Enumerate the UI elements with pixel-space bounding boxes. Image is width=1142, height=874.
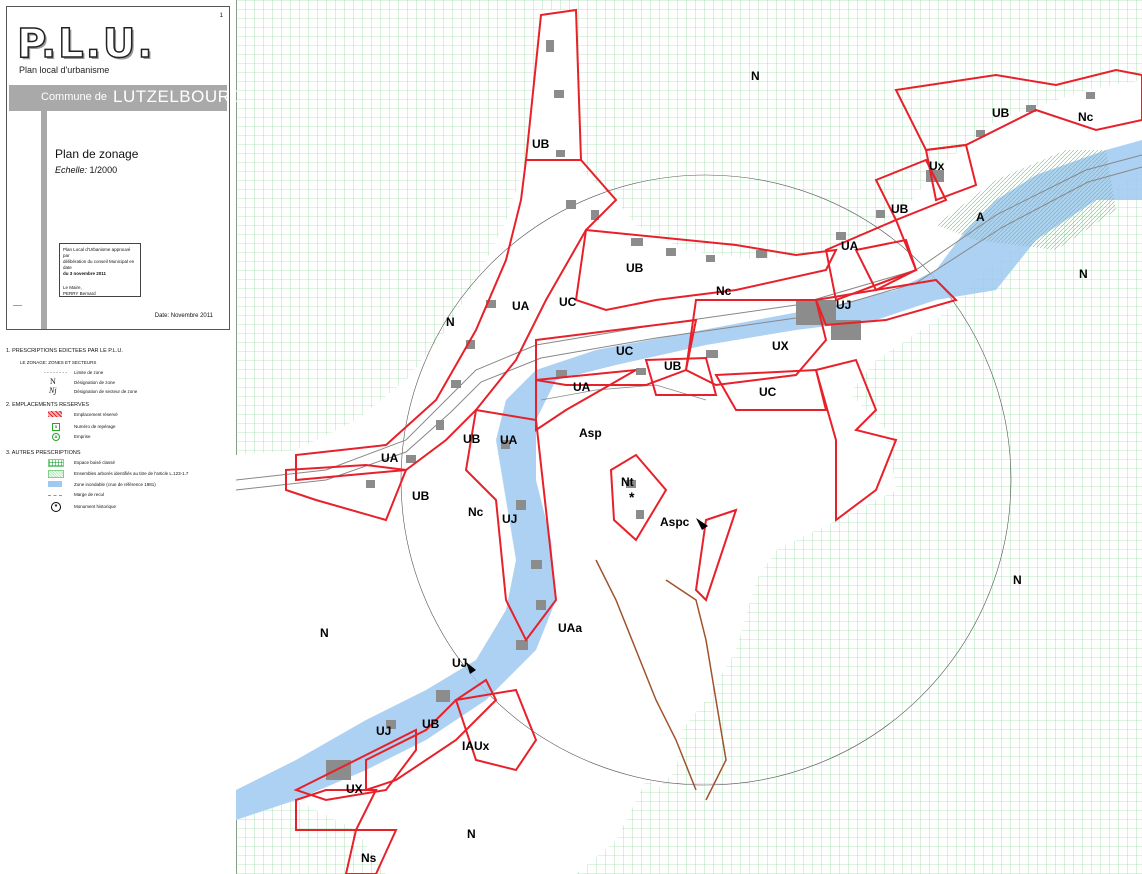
plan-date: Date: Novembre 2011: [154, 313, 213, 319]
zone-label: Ux: [929, 159, 945, 173]
zone-label: UB: [626, 261, 644, 275]
legend-item: Zone inondable (crue de référence 1981): [74, 482, 156, 487]
zone-label: UX: [346, 782, 363, 796]
zone-label: Nc: [716, 284, 732, 298]
legend-section-1: 1. PRESCRIPTIONS EDICTEES PAR LE P.L.U.: [6, 348, 123, 354]
legend-item: Limite de zone: [74, 370, 104, 375]
zone-label: UB: [664, 359, 682, 373]
zone-label: N: [467, 827, 476, 841]
zone-label: N: [320, 626, 329, 640]
reserved-area-swatch: [48, 411, 62, 417]
logo-subtitle: Plan local d'urbanisme: [19, 65, 110, 75]
plan-scale: Echelle: 1/2000: [55, 165, 117, 175]
office-logo: ▬▬▬: [13, 303, 22, 307]
zone-label: UJ: [836, 298, 851, 312]
sidebar-panel: 1 P.L.U. Plan local d'urbanisme Commune …: [0, 0, 244, 874]
scale-label: Echelle:: [55, 165, 88, 175]
zone-label: N: [1013, 573, 1022, 587]
map-canvas: N UB Nc Ux UB A UA N UB UB Nc UJ UA UC N…: [236, 0, 1142, 874]
zone-label: UJ: [502, 512, 517, 526]
zone-label: UA: [381, 451, 399, 465]
zone-label: UB: [992, 106, 1010, 120]
zone-label: IAUx: [462, 739, 490, 753]
sector-symbol: Nj: [49, 386, 57, 395]
footprint-symbol: A: [52, 433, 60, 441]
monument-symbol: *: [51, 502, 61, 512]
zone-label: UB: [412, 489, 430, 503]
zone-label: Aspc: [660, 515, 690, 529]
zone-label: UA: [841, 239, 859, 253]
commune-prefix: Commune de: [41, 91, 108, 103]
zone-label: UB: [422, 717, 440, 731]
legend-item: Désignation de zone: [74, 380, 116, 385]
legend-item: Espace boisé classé: [74, 460, 116, 465]
zone-limit-symbol: - - - - - - - -: [44, 370, 68, 376]
zone-label: UA: [500, 433, 518, 447]
zone-label: Nc: [468, 505, 484, 519]
zone-label: Ns: [361, 851, 377, 865]
zone-label: Nt: [621, 475, 634, 489]
legend-item: Emprise: [74, 434, 91, 439]
approval-line: délibération du conseil Municipal en dat…: [63, 259, 135, 270]
title-block: 1 P.L.U. Plan local d'urbanisme Commune …: [6, 6, 244, 330]
zone-label: UA: [573, 380, 591, 394]
tree-groups-swatch: [48, 470, 64, 478]
approval-line: Plan Local d'Urbanisme approuvé par: [63, 247, 131, 258]
legend-item: Emplacement réservé: [74, 412, 118, 417]
zone-label: UJ: [452, 656, 467, 670]
zone-label: UA: [512, 299, 530, 313]
plu-logo: P.L.U.: [16, 20, 155, 68]
zone-label: A: [976, 210, 985, 224]
zone-label: UB: [532, 137, 550, 151]
legend-item: Ensembles arborés identifiés au titre de…: [74, 471, 189, 476]
reference-number-symbol: 5: [52, 423, 60, 431]
legend-section-2: 2. EMPLACEMENTS RESERVES: [6, 402, 90, 408]
zone-symbol: N: [50, 377, 56, 386]
zone-label: N: [751, 69, 760, 83]
zone-label: UC: [616, 344, 634, 358]
legend-item: Numéro de repérage: [74, 424, 116, 429]
zone-label: UC: [759, 385, 777, 399]
zone-label: UX: [772, 339, 789, 353]
legend-section-3: 3. AUTRES PRESCRIPTIONS: [6, 450, 81, 456]
legend-item: Monument historique: [74, 504, 117, 509]
zone-label: Nc: [1078, 110, 1094, 124]
setback-line-swatch: [48, 495, 62, 496]
legend-subsection-1: LE ZONAGE: ZONES ET SECTEURS: [20, 360, 97, 365]
zone-label: UJ: [376, 724, 391, 738]
zone-label: UB: [891, 202, 909, 216]
scale-value: 1/2000: [89, 165, 118, 175]
commune-name: LUTZELBOURG: [113, 87, 245, 106]
zoning-map[interactable]: N UB Nc Ux UB A UA N UB UB Nc UJ UA UC N…: [236, 0, 1142, 874]
classified-woodland-swatch: [48, 459, 64, 467]
zone-label: UB: [463, 432, 481, 446]
legend-item: Marge de recul: [74, 492, 105, 497]
zone-label: Asp: [579, 426, 602, 440]
zone-label: N: [1079, 267, 1088, 281]
flood-zone-swatch: [48, 481, 62, 487]
legend-item: Désignation de secteur de zone: [74, 389, 138, 394]
decorative-bar: [41, 111, 47, 329]
plan-title: Plan de zonage: [55, 147, 139, 161]
zone-label: N: [446, 315, 455, 329]
zone-label: UAa: [558, 621, 582, 635]
monument-star-icon: *: [629, 489, 635, 505]
zone-label: UC: [559, 295, 577, 309]
mayor-name: PERRY Bernard: [63, 291, 96, 296]
page-number: 1: [219, 13, 223, 19]
approval-box: Plan Local d'Urbanisme approuvé par déli…: [59, 243, 141, 297]
